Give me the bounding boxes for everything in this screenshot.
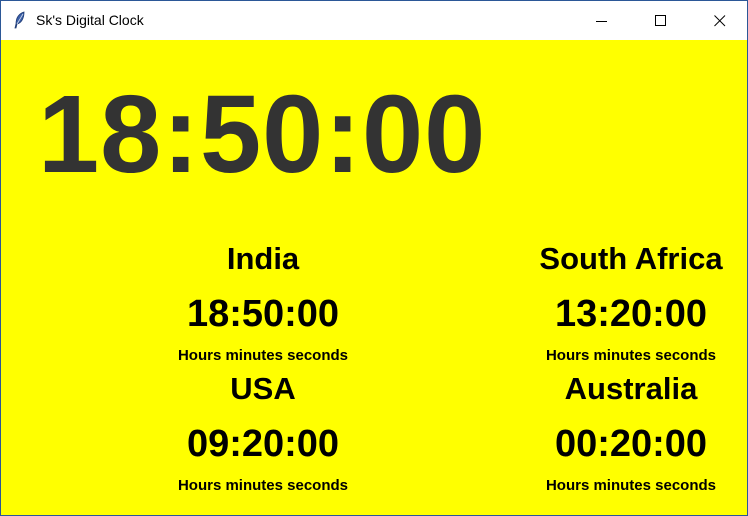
- minimize-button[interactable]: [579, 1, 625, 40]
- zone-caption: Hours minutes seconds: [177, 477, 349, 494]
- zone-time: 13:20:00: [554, 293, 708, 335]
- zone-caption: Hours minutes seconds: [545, 347, 717, 364]
- clock-panel: 18:50:00 India 18:50:00 Hours minutes se…: [1, 40, 747, 515]
- zone-name: South Africa: [539, 241, 723, 276]
- main-clock-time: 18:50:00: [38, 73, 487, 196]
- zone-caption: Hours minutes seconds: [545, 477, 717, 494]
- zone-caption: Hours minutes seconds: [177, 347, 349, 364]
- zone-name: India: [226, 241, 300, 276]
- zone-name: USA: [230, 371, 296, 406]
- zone-time: 00:20:00: [554, 423, 708, 465]
- maximize-button[interactable]: [638, 1, 684, 40]
- maximize-icon: [655, 15, 666, 26]
- feather-icon: [12, 11, 28, 29]
- zone-time: 18:50:00: [186, 293, 340, 335]
- window-title: Sk's Digital Clock: [36, 12, 144, 28]
- close-icon: [714, 15, 726, 27]
- app-window: Sk's Digital Clock 18:50:00 India 18:50:…: [0, 0, 748, 516]
- zone-name: Australia: [564, 371, 698, 406]
- close-button[interactable]: [697, 1, 743, 40]
- zone-time: 09:20:00: [186, 423, 340, 465]
- title-bar[interactable]: Sk's Digital Clock: [1, 1, 747, 40]
- minimize-icon: [596, 21, 607, 22]
